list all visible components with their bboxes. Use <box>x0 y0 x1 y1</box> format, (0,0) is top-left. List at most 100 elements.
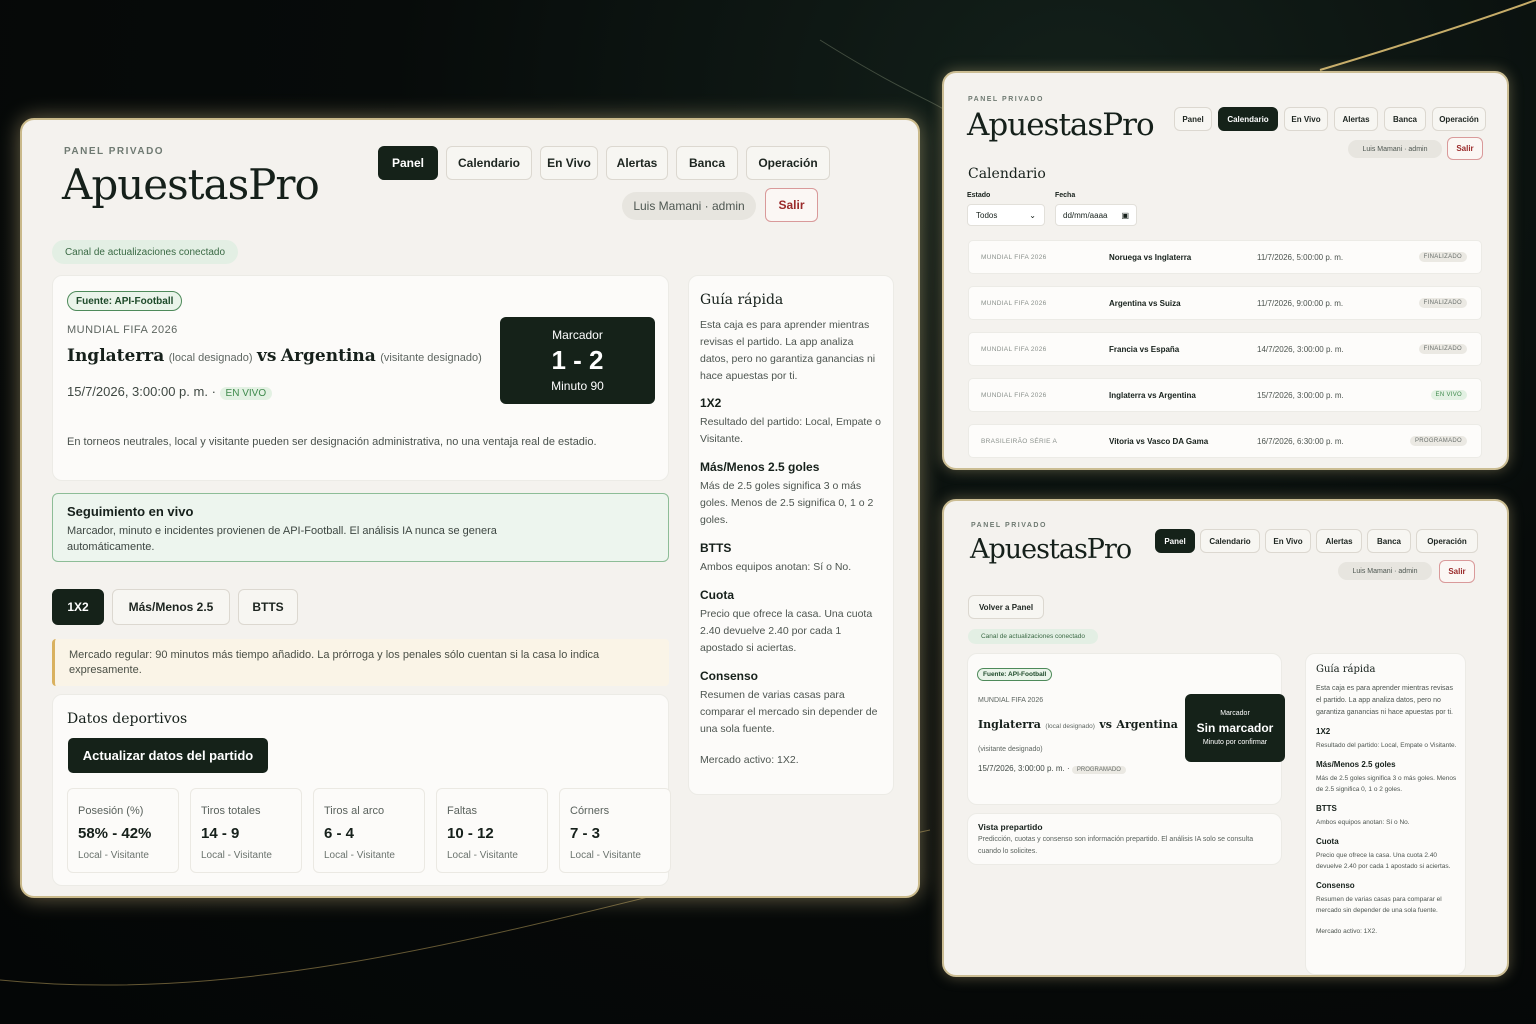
market-tab-1x2[interactable]: 1X2 <box>52 589 104 625</box>
live-badge: EN VIVO <box>219 387 273 400</box>
tab-alertas[interactable]: Alertas <box>1334 107 1378 131</box>
scoreboard: Marcador 1 - 2 Minuto 90 <box>500 317 655 404</box>
tab-operacion[interactable]: Operación <box>1416 529 1478 553</box>
row-match: Inglaterra vs Argentina <box>1109 390 1196 400</box>
row-match: Vitoria vs Vasco DA Gama <box>1109 436 1209 446</box>
guide-text: Precio que ofrece la casa. Una cuota 2.4… <box>700 608 873 654</box>
row-date: 14/7/2026, 3:00:00 p. m. <box>1257 344 1344 354</box>
live-tracking-title: Seguimiento en vivo <box>67 504 194 519</box>
date-filter-placeholder: dd/mm/aaaa <box>1063 210 1108 220</box>
row-status-badge: PROGRAMADO <box>1409 436 1467 446</box>
back-to-panel-button[interactable]: Volver a Panel <box>968 595 1044 619</box>
row-date: 11/7/2026, 9:00:00 p. m. <box>1257 298 1344 308</box>
tab-banca[interactable]: Banca <box>1384 107 1426 131</box>
guide-text: Resultado del partido: Local, Empate o V… <box>1316 742 1457 749</box>
home-team: Inglaterra <box>67 346 165 366</box>
tab-operacion[interactable]: Operación <box>1432 107 1486 131</box>
match-datetime: 15/7/2026, 3:00:00 p. m. <box>978 764 1065 773</box>
tab-en-vivo[interactable]: En Vivo <box>1284 107 1328 131</box>
connection-status-chip: Canal de actualizaciones conectado <box>968 629 1098 644</box>
calendar-row[interactable]: MUNDIAL FIFA 2026 Noruega vs Inglaterra … <box>968 240 1482 274</box>
guide-heading: Consenso <box>1316 881 1355 890</box>
guide-heading: Cuota <box>1316 837 1339 846</box>
tab-panel[interactable]: Panel <box>378 146 438 180</box>
row-date: 15/7/2026, 3:00:00 p. m. <box>1257 390 1344 400</box>
row-date: 16/7/2026, 6:30:00 p. m. <box>1257 436 1344 446</box>
prematch-text: Predicción, cuotas y consenso son inform… <box>978 836 1254 855</box>
quick-guide-card: Guía rápida Esta caja es para aprender m… <box>688 275 894 795</box>
tab-en-vivo[interactable]: En Vivo <box>540 146 598 180</box>
match-title: Inglaterra (local designado) vs Argentin… <box>978 714 1178 760</box>
guide-text: Más de 2.5 goles significa 3 o más goles… <box>1316 775 1457 793</box>
brand-title: ApuestasPro <box>970 534 1132 565</box>
stat-sub: Local - Visitante <box>570 850 641 861</box>
row-competition: MUNDIAL FIFA 2026 <box>981 391 1047 399</box>
row-status-badge: FINALIZADO <box>1418 252 1467 262</box>
stats-grid: Posesión (%) 58% - 42% Local - Visitante T… <box>67 788 671 874</box>
calendar-row[interactable]: BRASILEIRÃO SÉRIE A Vitoria vs Vasco DA … <box>968 424 1482 458</box>
tab-panel[interactable]: Panel <box>1155 529 1195 553</box>
logout-button[interactable]: Salir <box>1439 560 1475 583</box>
tab-banca[interactable]: Banca <box>676 146 738 180</box>
away-note: (visitante designado) <box>978 746 1043 753</box>
date-filter-input[interactable]: dd/mm/aaaa ▣ <box>1055 204 1137 226</box>
user-pill: Luis Mamani · admin <box>622 192 756 220</box>
live-tracking-box: Seguimiento en vivo Marcador, minuto e i… <box>52 493 669 562</box>
row-match: Noruega vs Inglaterra <box>1109 252 1192 262</box>
guide-heading: 1X2 <box>700 396 722 410</box>
guide-heading: BTTS <box>1316 804 1337 813</box>
tab-calendario[interactable]: Calendario <box>446 146 532 180</box>
update-match-data-button[interactable]: Actualizar datos del partido <box>68 738 268 773</box>
guide-heading: 1X2 <box>1316 727 1331 736</box>
calendar-row[interactable]: MUNDIAL FIFA 2026 Inglaterra vs Argentin… <box>968 378 1482 412</box>
calendar-title: Calendario <box>968 166 1046 182</box>
tab-banca[interactable]: Banca <box>1367 529 1411 553</box>
guide-active-market: Mercado activo: 1X2. <box>700 754 799 766</box>
stat-value: 7 - 3 <box>570 825 601 842</box>
away-team: Argentina <box>1116 718 1178 731</box>
market-tab-over-under[interactable]: Más/Menos 2.5 <box>112 589 230 625</box>
tab-calendario[interactable]: Calendario <box>1200 529 1260 553</box>
tab-alertas[interactable]: Alertas <box>1316 529 1362 553</box>
guide-heading: Cuota <box>700 588 734 602</box>
stat-label: Tiros al arco <box>324 805 385 817</box>
logout-button[interactable]: Salir <box>765 188 818 222</box>
guide-title: Guía rápida <box>700 292 784 308</box>
stat-label: Córners <box>570 805 610 817</box>
detail-nav: Panel Calendario En Vivo Alertas Banca O… <box>1155 529 1478 553</box>
stat-shots-on-target: Tiros al arco 6 - 4 Local - Visitante <box>313 788 425 873</box>
tab-operacion[interactable]: Operación <box>746 146 830 180</box>
tab-alertas[interactable]: Alertas <box>606 146 668 180</box>
logout-button[interactable]: Salir <box>1447 137 1483 160</box>
calendar-icon: ▣ <box>1121 210 1129 220</box>
calendar-row[interactable]: MUNDIAL FIFA 2026 Francia vs España 14/7… <box>968 332 1482 366</box>
stat-possession: Posesión (%) 58% - 42% Local - Visitante <box>67 788 179 873</box>
row-match: Francia vs España <box>1109 344 1180 354</box>
stat-fouls: Faltas 10 - 12 Local - Visitante <box>436 788 548 873</box>
guide-intro: Esta caja es para aprender mientras revi… <box>700 319 876 382</box>
calendar-row[interactable]: MUNDIAL FIFA 2026 Argentina vs Suiza 11/… <box>968 286 1482 320</box>
state-filter-select[interactable]: Todos ⌄ <box>967 204 1045 226</box>
minute-label: Minuto por confirmar <box>1202 739 1268 746</box>
stat-label: Tiros totales <box>201 805 261 817</box>
vs-label: vs <box>1099 718 1112 731</box>
tab-panel[interactable]: Panel <box>1174 107 1212 131</box>
guide-intro: Esta caja es para aprender mientras revi… <box>1316 685 1453 716</box>
row-competition: MUNDIAL FIFA 2026 <box>981 299 1047 307</box>
state-filter-value: Todos <box>976 210 998 220</box>
market-tab-btts[interactable]: BTTS <box>238 589 298 625</box>
separator: · <box>211 384 216 399</box>
minute-label: Minuto 90 <box>551 379 604 393</box>
user-pill: Luis Mamani · admin <box>1348 140 1442 158</box>
guide-text: Ambos equipos anotan: Sí o No. <box>700 561 852 573</box>
calendar-window: PANEL PRIVADO ApuestasPro Panel Calendar… <box>942 71 1509 470</box>
brand-title: ApuestasPro <box>967 107 1155 143</box>
guide-heading: Más/Menos 2.5 goles <box>700 460 820 474</box>
stat-sub: Local - Visitante <box>201 850 272 861</box>
match-detail-window: PANEL PRIVADO ApuestasPro Panel Calendar… <box>942 499 1509 977</box>
home-team: Inglaterra <box>978 718 1041 731</box>
sports-data-title: Datos deportivos <box>67 711 188 727</box>
tab-calendario[interactable]: Calendario <box>1218 107 1278 131</box>
eyebrow-label: PANEL PRIVADO <box>64 146 165 157</box>
tab-en-vivo[interactable]: En Vivo <box>1265 529 1311 553</box>
